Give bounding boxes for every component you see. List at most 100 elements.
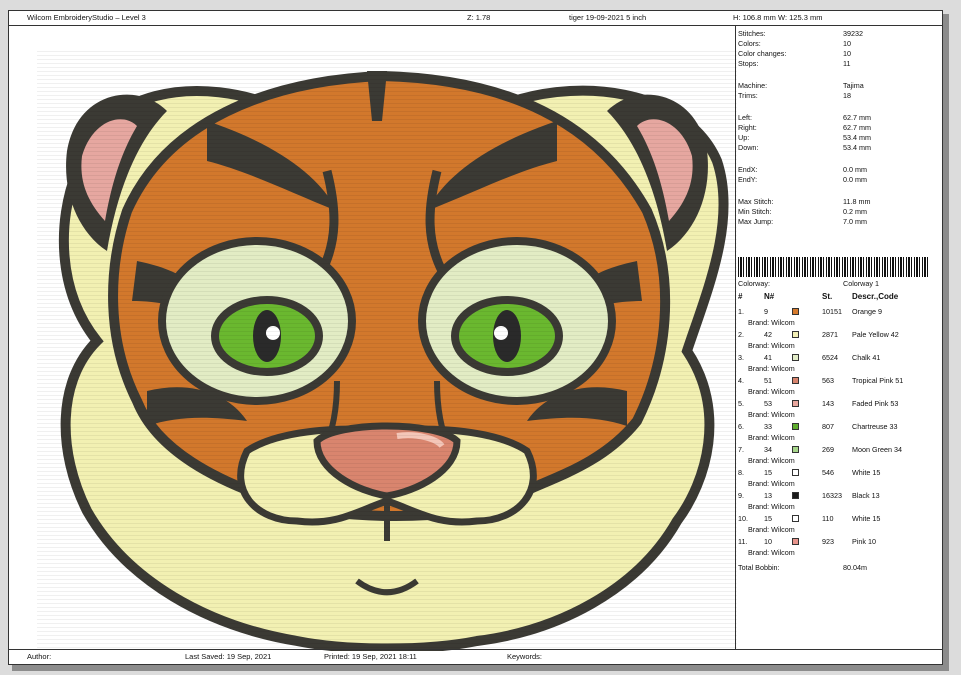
color-swatch: [792, 331, 799, 338]
color-description: Chartreuse 33: [852, 422, 898, 431]
stat-up: Up: 53.4 mm: [738, 133, 871, 142]
app-title: Wilcom EmbroideryStudio – Level 3: [27, 13, 146, 22]
color-stitches: 807: [822, 422, 834, 431]
footer-keywords: Keywords:: [507, 652, 543, 661]
color-stitches: 110: [822, 514, 834, 523]
color-row: 8. 15 546 White 15 Brand: Wilcom: [738, 468, 938, 490]
color-swatch: [792, 538, 799, 545]
design-name: tiger 19-09-2021 5 inch: [569, 13, 647, 22]
color-description: White 15: [852, 514, 881, 523]
color-stitches: 143: [822, 399, 834, 408]
color-brand: Brand: Wilcom: [748, 479, 795, 488]
stat-machine: Machine: Tajima: [738, 81, 864, 90]
tiger-embroidery-design: [37, 51, 737, 651]
color-row: 6. 33 807 Chartreuse 33 Brand: Wilcom: [738, 422, 938, 444]
stat-stitches: Stitches: 39232: [738, 29, 863, 38]
stat-down: Down: 53.4 mm: [738, 143, 871, 152]
color-swatch: [792, 492, 799, 499]
color-index: 4.: [738, 376, 744, 385]
sheet-shadow-right: [943, 14, 949, 669]
stat-endx: EndX: 0.0 mm: [738, 165, 867, 174]
stat-right: Right: 62.7 mm: [738, 123, 871, 132]
color-brand: Brand: Wilcom: [748, 341, 795, 350]
color-brand: Brand: Wilcom: [748, 318, 795, 327]
color-row: 4. 51 563 Tropical Pink 51 Brand: Wilcom: [738, 376, 938, 398]
color-brand: Brand: Wilcom: [748, 433, 795, 442]
color-number: 9: [764, 307, 768, 316]
color-number: 42: [764, 330, 772, 339]
color-description: Pink 10: [852, 537, 876, 546]
zoom-readout: Z: 1.78: [467, 13, 491, 22]
color-table-header: # N# St. Descr.,Code: [738, 291, 938, 303]
color-stitches: 923: [822, 537, 834, 546]
color-description: Tropical Pink 51: [852, 376, 904, 385]
color-swatch: [792, 469, 799, 476]
footer-last-saved: Last Saved: 19 Sep, 2021: [185, 652, 272, 661]
color-index: 9.: [738, 491, 744, 500]
color-number: 13: [764, 491, 772, 500]
color-number: 33: [764, 422, 772, 431]
color-index: 7.: [738, 445, 744, 454]
color-brand: Brand: Wilcom: [748, 502, 795, 511]
color-index: 11.: [738, 537, 748, 546]
sheet-header: Wilcom EmbroideryStudio – Level 3 Z: 1.7…: [9, 11, 942, 26]
color-swatch: [792, 354, 799, 361]
color-row: 3. 41 6524 Chalk 41 Brand: Wilcom: [738, 353, 938, 375]
color-stitches: 6524: [822, 353, 838, 362]
color-description: Pale Yellow 42: [852, 330, 899, 339]
stat-stops: Stops: 11: [738, 59, 851, 68]
color-stitches: 10151: [822, 307, 842, 316]
color-number: 51: [764, 376, 772, 385]
color-brand: Brand: Wilcom: [748, 387, 795, 396]
print-preview-sheet: Wilcom EmbroideryStudio – Level 3 Z: 1.7…: [8, 10, 943, 665]
color-index: 1.: [738, 307, 744, 316]
footer-printed: Printed: 19 Sep, 2021 18:11: [324, 652, 417, 661]
tiger-eye-highlight-left: [266, 326, 280, 340]
col-num-header: #: [738, 292, 743, 301]
color-row: 2. 42 2871 Pale Yellow 42 Brand: Wilcom: [738, 330, 938, 352]
color-swatch: [792, 308, 799, 315]
footer-author: Author:: [27, 652, 52, 661]
sheet-footer: Author: Last Saved: 19 Sep, 2021 Printed…: [9, 649, 942, 664]
total-bobbin: Total Bobbin: 80.04m: [738, 563, 867, 572]
col-stitches-header: St.: [822, 292, 833, 301]
stat-trims: Trims: 18: [738, 91, 851, 100]
color-swatch: [792, 423, 799, 430]
sheet-shadow-bottom: [12, 665, 949, 671]
stat-max-jump: Max Jump: 7.0 mm: [738, 217, 867, 226]
color-number: 15: [764, 514, 772, 523]
color-brand: Brand: Wilcom: [748, 456, 795, 465]
color-row: 1. 9 10151 Orange 9 Brand: Wilcom: [738, 307, 938, 329]
col-desc-header: Descr.,Code: [852, 292, 899, 301]
color-brand: Brand: Wilcom: [748, 410, 795, 419]
color-index: 2.: [738, 330, 744, 339]
color-row: 9. 13 16323 Black 13 Brand: Wilcom: [738, 491, 938, 513]
color-row: 7. 34 269 Moon Green 34 Brand: Wilcom: [738, 445, 938, 467]
color-brand: Brand: Wilcom: [748, 364, 795, 373]
color-stitches: 269: [822, 445, 834, 454]
color-index: 6.: [738, 422, 744, 431]
color-brand: Brand: Wilcom: [748, 548, 795, 557]
color-brand: Brand: Wilcom: [748, 525, 795, 534]
stat-colors: Colors: 10: [738, 39, 851, 48]
color-number: 41: [764, 353, 772, 362]
color-description: Moon Green 34: [852, 445, 902, 454]
stat-min-stitch: Min Stitch: 0.2 mm: [738, 207, 867, 216]
color-index: 8.: [738, 468, 744, 477]
color-row: 10. 15 110 White 15 Brand: Wilcom: [738, 514, 938, 536]
stat-max-stitch: Max Stitch: 11.8 mm: [738, 197, 871, 206]
colorway-row: Colorway: Colorway 1: [738, 279, 879, 288]
color-description: White 15: [852, 468, 881, 477]
color-description: Chalk 41: [852, 353, 881, 362]
color-stitches: 2871: [822, 330, 838, 339]
stat-left: Left: 62.7 mm: [738, 113, 871, 122]
design-dimensions: H: 106.8 mm W: 125.3 mm: [733, 13, 823, 22]
color-number: 34: [764, 445, 772, 454]
color-swatch: [792, 377, 799, 384]
color-stitches: 546: [822, 468, 834, 477]
color-number: 10: [764, 537, 772, 546]
color-description: Black 13: [852, 491, 880, 500]
tiger-eye-highlight-right: [494, 326, 508, 340]
col-n-header: N#: [764, 292, 775, 301]
color-number: 53: [764, 399, 772, 408]
